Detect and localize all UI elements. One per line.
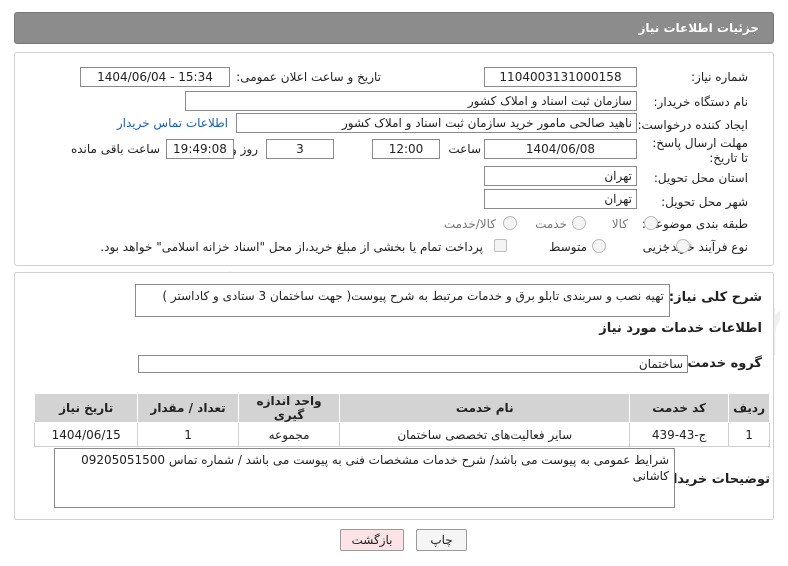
province-field: تهران xyxy=(484,166,637,186)
category-option-goods: کالا xyxy=(611,217,628,231)
process-radio-minor[interactable] xyxy=(676,239,690,253)
days-label: روز و xyxy=(231,142,258,156)
category-radio-goods-service[interactable] xyxy=(503,216,517,230)
back-button[interactable]: بازگشت xyxy=(340,529,404,551)
city-label: شهر محل تحویل: xyxy=(661,195,748,209)
announce-datetime-field: 1404/06/04 - 15:34 xyxy=(80,67,230,87)
province-label: استان محل تحویل: xyxy=(653,171,748,185)
buyer-org-field: سازمان ثبت اسناد و املاک کشور xyxy=(185,91,637,111)
category-option-service: خدمت xyxy=(535,217,567,231)
services-table-header: ردیف کد خدمت نام خدمت واحد اندازه گیری ت… xyxy=(33,393,770,423)
buyer-notes-label: توضیحات خریدار: xyxy=(660,472,770,487)
creator-field: ناهید صالحی مامور خرید سازمان ثبت اسناد … xyxy=(236,113,637,133)
need-number-field: 1104003131000158 xyxy=(484,67,637,87)
buyer-contact-link[interactable]: اطلاعات تماس خریدار xyxy=(117,116,228,130)
services-table: ردیف کد خدمت نام خدمت واحد اندازه گیری ت… xyxy=(33,393,770,447)
announce-label: تاریخ و ساعت اعلان عمومی: xyxy=(236,70,381,84)
buyer-org-label: نام دستگاه خریدار: xyxy=(653,95,749,109)
col-quantity: تعداد / مقدار xyxy=(137,393,239,423)
treasury-payment-checkbox[interactable] xyxy=(494,239,507,252)
service-group-label: گروه خدمت: xyxy=(682,356,762,371)
services-table-wrap: ردیف کد خدمت نام خدمت واحد اندازه گیری ت… xyxy=(33,393,770,447)
page-header: جزئیات اطلاعات نیاز xyxy=(14,12,774,44)
description-label: شرح کلی نیاز: xyxy=(668,290,762,305)
category-radio-service[interactable] xyxy=(572,216,586,230)
need-number-label: شماره نیاز: xyxy=(691,70,748,84)
cell-need-date: 1404/06/15 xyxy=(33,422,139,447)
deadline-time-label: ساعت xyxy=(448,142,481,156)
deadline-date-field: 1404/06/08 xyxy=(484,139,637,159)
buyer-notes-textarea[interactable]: شرایط عمومی به پیوست می باشد/ شرح خدمات … xyxy=(54,448,675,508)
col-need-date: تاریخ نیاز xyxy=(33,393,139,423)
remaining-time-field: 19:49:08 xyxy=(166,139,234,159)
print-button[interactable]: چاپ xyxy=(416,529,467,551)
col-unit: واحد اندازه گیری xyxy=(237,393,341,423)
page-title: جزئیات اطلاعات نیاز xyxy=(638,21,759,35)
col-service-code: کد خدمت xyxy=(629,393,730,423)
table-row: 1 ج-43-439 سایر فعالیت‌های تخصصی ساختمان… xyxy=(33,422,770,447)
process-option-minor: جزیی xyxy=(642,240,670,254)
service-group-field: ساختمان xyxy=(138,355,688,373)
cell-quantity: 1 xyxy=(137,422,239,447)
remaining-time-label: ساعت باقی مانده xyxy=(70,142,160,156)
category-radio-goods[interactable] xyxy=(644,216,658,230)
category-option-goods-service: کالا/خدمت xyxy=(443,217,496,231)
remaining-days-field: 3 xyxy=(266,139,334,159)
treasury-payment-note: پرداخت تمام یا بخشی از مبلغ خرید،از محل … xyxy=(100,240,483,254)
col-service-name: نام خدمت xyxy=(339,393,631,423)
cell-service-code: ج-43-439 xyxy=(629,422,730,447)
creator-label: ایجاد کننده درخواست: xyxy=(637,118,748,132)
description-textarea[interactable]: تهیه نصب و سربندی تابلو برق و خدمات مرتب… xyxy=(135,284,670,317)
cell-unit: مجموعه xyxy=(237,422,341,447)
process-radio-medium[interactable] xyxy=(592,239,606,253)
col-row: ردیف xyxy=(728,393,770,423)
services-section-title: اطلاعات خدمات مورد نیاز xyxy=(599,321,762,336)
deadline-label: مهلت ارسال پاسخ: تا تاریخ: xyxy=(652,136,748,165)
cell-service-name: سایر فعالیت‌های تخصصی ساختمان xyxy=(339,422,631,447)
deadline-time-field: 12:00 xyxy=(372,139,440,159)
process-option-medium: متوسط xyxy=(549,240,587,254)
city-field: تهران xyxy=(484,189,637,209)
cell-row: 1 xyxy=(728,422,770,447)
